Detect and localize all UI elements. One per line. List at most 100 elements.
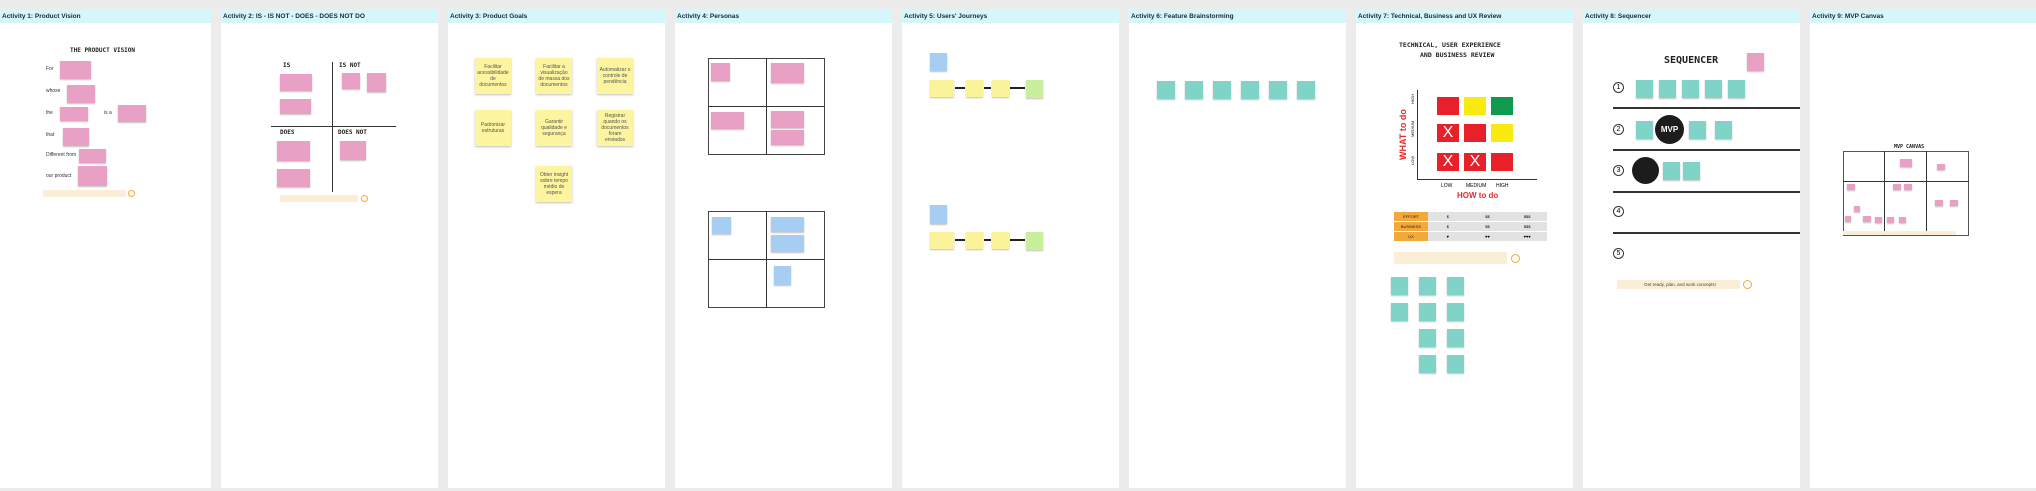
sticky-note[interactable] bbox=[966, 80, 983, 97]
frame-personas[interactable]: Activity 4: Personas bbox=[675, 10, 892, 488]
goal-note[interactable]: Padronizar estruturas bbox=[475, 110, 511, 146]
sticky-note[interactable] bbox=[992, 232, 1009, 249]
sticky-note[interactable] bbox=[118, 105, 146, 122]
goal-note[interactable]: Garantir qualidade e segurança bbox=[536, 110, 572, 146]
goal-note[interactable]: Facilitar acessibilidade de documentos bbox=[475, 58, 511, 94]
goal-note[interactable]: Registrar quando os documentos foram env… bbox=[597, 110, 633, 146]
matrix-cell[interactable] bbox=[1463, 123, 1487, 143]
sticky-note[interactable] bbox=[1026, 80, 1043, 98]
frame-mvp-canvas[interactable]: Activity 9: MVP Canvas MVP CANVAS bbox=[1810, 10, 2036, 488]
sticky-note[interactable] bbox=[1269, 81, 1287, 99]
sticky-note[interactable] bbox=[1847, 184, 1855, 190]
sticky-note[interactable] bbox=[1447, 303, 1464, 321]
matrix-cell[interactable] bbox=[1490, 152, 1514, 172]
sticky-note[interactable] bbox=[277, 169, 310, 187]
sticky-note[interactable] bbox=[1950, 200, 1958, 206]
sticky-note[interactable] bbox=[771, 63, 804, 83]
matrix-cell-x[interactable]: X bbox=[1463, 152, 1487, 172]
sticky-note[interactable] bbox=[60, 107, 88, 121]
frame-title: Activity 5: Users' Journeys bbox=[902, 10, 1119, 23]
sticky-note[interactable] bbox=[711, 63, 730, 81]
frame-sequencer[interactable]: Activity 8: Sequencer SEQUENCER 1 2 3 4 … bbox=[1583, 10, 1800, 488]
frame-feature-brainstorming[interactable]: Activity 6: Feature Brainstorming bbox=[1129, 10, 1346, 488]
sticky-note[interactable] bbox=[1845, 216, 1851, 222]
sticky-note[interactable] bbox=[1935, 200, 1943, 206]
sticky-note[interactable] bbox=[1157, 81, 1175, 99]
sticky-note[interactable] bbox=[774, 266, 791, 285]
sticky-note[interactable] bbox=[1899, 217, 1906, 223]
sticky-note[interactable] bbox=[771, 235, 804, 252]
matrix-cell[interactable] bbox=[1436, 96, 1460, 116]
sticky-note[interactable] bbox=[711, 112, 744, 129]
sticky-note[interactable] bbox=[63, 128, 89, 146]
sticky-note[interactable] bbox=[771, 217, 804, 232]
frame-product-goals[interactable]: Activity 3: Product Goals Facilitar aces… bbox=[448, 10, 665, 488]
sticky-note[interactable] bbox=[966, 232, 983, 249]
sticky-note[interactable] bbox=[60, 61, 91, 79]
sticky-note[interactable] bbox=[1391, 303, 1408, 321]
sticky-note[interactable] bbox=[1863, 216, 1871, 222]
sticky-note[interactable] bbox=[1715, 121, 1732, 139]
sticky-note[interactable] bbox=[1904, 184, 1912, 190]
sticky-note[interactable] bbox=[1185, 81, 1203, 99]
sticky-note[interactable] bbox=[1419, 277, 1436, 295]
sticky-note[interactable] bbox=[1875, 217, 1882, 223]
sticky-note[interactable] bbox=[1447, 355, 1464, 373]
sticky-note[interactable] bbox=[930, 53, 947, 71]
goal-note[interactable]: Automatizar o controle de pendência bbox=[597, 58, 633, 94]
sticky-note[interactable] bbox=[1887, 217, 1894, 223]
y-level-medium: MEDIUM bbox=[1410, 120, 1415, 137]
sticky-note[interactable] bbox=[79, 149, 106, 163]
sticky-note[interactable] bbox=[367, 73, 386, 92]
sticky-note[interactable] bbox=[1728, 80, 1745, 98]
sticky-note[interactable] bbox=[1937, 164, 1945, 170]
sticky-note[interactable] bbox=[1447, 329, 1464, 347]
sticky-note[interactable] bbox=[1419, 329, 1436, 347]
sticky-note[interactable] bbox=[1682, 80, 1699, 98]
sticky-note[interactable] bbox=[67, 85, 95, 103]
frame-is-is-not[interactable]: Activity 2: IS - IS NOT - DOES - DOES NO… bbox=[221, 10, 438, 488]
sticky-note[interactable] bbox=[992, 80, 1009, 97]
goal-note[interactable]: Facilitar a visualização de massa dos do… bbox=[536, 58, 572, 94]
matrix-cell[interactable] bbox=[1490, 96, 1514, 116]
matrix-cell-x[interactable]: X bbox=[1436, 152, 1460, 172]
sticky-note[interactable] bbox=[1659, 80, 1676, 98]
sticky-note[interactable] bbox=[78, 166, 107, 186]
sticky-note[interactable] bbox=[277, 141, 310, 161]
sticky-note[interactable] bbox=[1893, 184, 1901, 190]
sticky-note[interactable] bbox=[1636, 80, 1653, 98]
matrix-cell[interactable] bbox=[1463, 96, 1487, 116]
sticky-note[interactable] bbox=[280, 74, 312, 91]
goal-note[interactable]: Obter insight sobre tempo médio de esper… bbox=[536, 166, 572, 202]
sticky-note[interactable] bbox=[1419, 355, 1436, 373]
sticky-note[interactable] bbox=[280, 99, 311, 114]
sticky-note[interactable] bbox=[930, 232, 954, 249]
sticky-note[interactable] bbox=[1241, 81, 1259, 99]
sticky-note[interactable] bbox=[712, 217, 731, 234]
sticky-note[interactable] bbox=[1854, 206, 1860, 212]
matrix-cell-x[interactable]: X bbox=[1436, 123, 1460, 143]
matrix-cell[interactable] bbox=[1490, 123, 1514, 143]
sticky-note[interactable] bbox=[1683, 162, 1700, 180]
sticky-note[interactable] bbox=[1026, 232, 1043, 250]
sticky-note[interactable] bbox=[771, 130, 804, 145]
sticky-note[interactable] bbox=[1900, 159, 1912, 167]
sticky-note[interactable] bbox=[1705, 80, 1722, 98]
sticky-note[interactable] bbox=[1391, 277, 1408, 295]
sticky-note[interactable] bbox=[1663, 162, 1680, 180]
frame-users-journeys[interactable]: Activity 5: Users' Journeys bbox=[902, 10, 1119, 488]
sticky-note[interactable] bbox=[1689, 121, 1706, 139]
sticky-note[interactable] bbox=[1636, 121, 1653, 139]
frame-product-vision[interactable]: Activity 1: Product Vision THE PRODUCT V… bbox=[0, 10, 211, 488]
sticky-note[interactable] bbox=[1213, 81, 1231, 99]
sticky-note[interactable] bbox=[1447, 277, 1464, 295]
sticky-note[interactable] bbox=[1297, 81, 1315, 99]
sticky-note[interactable] bbox=[1747, 53, 1764, 71]
frame-review[interactable]: Activity 7: Technical, Business and UX R… bbox=[1356, 10, 1573, 488]
sticky-note[interactable] bbox=[342, 73, 360, 89]
sticky-note[interactable] bbox=[1419, 303, 1436, 321]
sticky-note[interactable] bbox=[930, 205, 947, 224]
sticky-note[interactable] bbox=[771, 111, 804, 128]
sticky-note[interactable] bbox=[340, 141, 366, 160]
sticky-note[interactable] bbox=[930, 80, 954, 97]
